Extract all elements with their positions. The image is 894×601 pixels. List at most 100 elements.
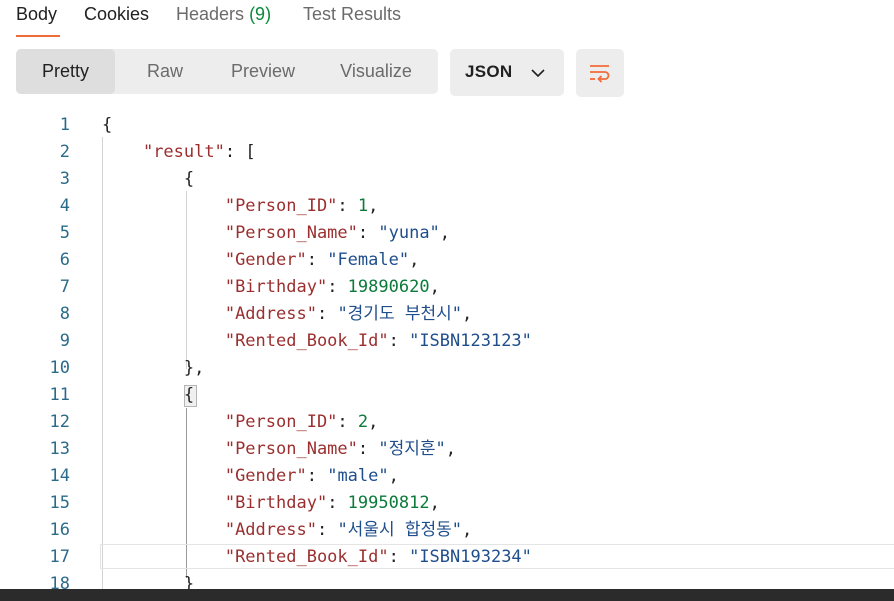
- code-text: "Person_Name": "정지훈",: [102, 436, 456, 463]
- tab-test-results[interactable]: Test Results: [303, 3, 401, 25]
- json-punct: [102, 547, 225, 567]
- line-number: 18: [49, 574, 70, 589]
- view-mode-raw[interactable]: Raw: [123, 49, 207, 94]
- bottom-bar: [0, 589, 894, 601]
- line-number: 8: [59, 304, 70, 324]
- code-text: {: [102, 166, 194, 193]
- json-punct: :: [357, 439, 379, 459]
- code-text: }: [102, 571, 194, 589]
- json-punct: [102, 142, 143, 162]
- view-mode-selector: Pretty Raw Preview Visualize: [16, 49, 438, 94]
- json-punct: ,: [368, 196, 379, 216]
- json-punct: [102, 304, 225, 324]
- line-number: 6: [59, 250, 70, 270]
- code-text: "Gender": "Female",: [102, 247, 420, 274]
- json-string: "정지훈": [378, 439, 446, 459]
- json-punct: ,: [388, 466, 399, 486]
- line-number: 9: [59, 331, 70, 351]
- json-string: "경기도 부천시": [337, 304, 462, 324]
- line-number: 16: [49, 520, 70, 540]
- json-punct: ,: [429, 493, 440, 513]
- json-punct: [102, 277, 225, 297]
- json-punct: :: [357, 223, 379, 243]
- json-key: "Person_ID": [224, 196, 338, 216]
- json-key: "Gender": [224, 466, 307, 486]
- json-punct: ,: [429, 277, 440, 297]
- line-number: 4: [59, 196, 70, 216]
- code-line: 9 "Rented_Book_Id": "ISBN123123": [0, 328, 894, 355]
- json-string: "male": [327, 466, 389, 486]
- view-mode-preview[interactable]: Preview: [208, 49, 318, 94]
- code-text: "Gender": "male",: [102, 463, 399, 490]
- code-line: 2 "result": [: [0, 139, 894, 166]
- json-punct: }: [102, 574, 195, 589]
- json-punct: :: [337, 412, 358, 432]
- json-number: 1: [357, 196, 369, 216]
- code-line: 6 "Gender": "Female",: [0, 247, 894, 274]
- json-punct: :: [327, 277, 348, 297]
- code-text: "Birthday": 19890620,: [102, 274, 440, 301]
- tab-headers-label: Headers: [176, 4, 245, 24]
- json-punct: {: [102, 115, 113, 135]
- json-string: "yuna": [378, 223, 440, 243]
- line-number: 7: [59, 277, 70, 297]
- line-number: 3: [59, 169, 70, 189]
- json-key: "Person_Name": [224, 439, 358, 459]
- wrap-lines-icon: [590, 65, 610, 83]
- json-punct: [102, 412, 225, 432]
- line-number: 11: [49, 385, 70, 405]
- view-mode-visualize[interactable]: Visualize: [322, 49, 430, 94]
- code-text: "Address": "경기도 부천시",: [102, 301, 472, 328]
- code-text: "Birthday": 19950812,: [102, 490, 440, 517]
- code-line: 17 "Rented_Book_Id": "ISBN193234": [0, 544, 894, 571]
- response-body-viewer[interactable]: 1{2 "result": [3 {4 "Person_ID": 1, 5 "Pe…: [0, 112, 894, 589]
- tab-body[interactable]: Body: [16, 3, 57, 25]
- line-number: 5: [59, 223, 70, 243]
- json-punct: :: [316, 520, 338, 540]
- code-line: 4 "Person_ID": 1,: [0, 193, 894, 220]
- code-text: "Person_ID": 2,: [102, 409, 379, 436]
- line-number: 2: [59, 142, 70, 162]
- json-key: "Person_ID": [224, 412, 338, 432]
- json-string: "Female": [327, 250, 410, 270]
- json-punct: {: [102, 385, 195, 405]
- json-key: "Rented_Book_Id": [224, 547, 389, 567]
- json-punct: [102, 331, 225, 351]
- view-mode-pretty[interactable]: Pretty: [16, 49, 115, 94]
- code-line: 18 }: [0, 571, 894, 589]
- json-string: "서울시 합정동": [337, 520, 462, 540]
- json-key: "Rented_Book_Id": [224, 331, 389, 351]
- line-number: 10: [49, 358, 70, 378]
- json-number: 19950812: [347, 493, 430, 513]
- code-line: 16 "Address": "서울시 합정동",: [0, 517, 894, 544]
- json-punct: [102, 493, 225, 513]
- json-punct: :: [327, 493, 348, 513]
- json-punct: ,: [439, 223, 451, 243]
- json-punct: :: [388, 547, 410, 567]
- line-number: 12: [49, 412, 70, 432]
- line-number: 15: [49, 493, 70, 513]
- json-punct: [102, 466, 225, 486]
- code-text: "Person_ID": 1,: [102, 193, 379, 220]
- code-line: 1{: [0, 112, 894, 139]
- json-key: "Address": [224, 304, 317, 324]
- json-punct: :: [306, 250, 328, 270]
- json-punct: },: [102, 358, 205, 378]
- json-punct: ,: [445, 439, 457, 459]
- code-line: 10 },: [0, 355, 894, 382]
- json-number: 19890620: [347, 277, 430, 297]
- json-punct: ,: [409, 250, 420, 270]
- json-key: "Birthday": [224, 493, 328, 513]
- code-text: "Person_Name": "yuna",: [102, 220, 450, 247]
- tab-headers[interactable]: Headers (9): [176, 3, 271, 25]
- json-punct: :: [388, 331, 410, 351]
- json-punct: [102, 250, 225, 270]
- tab-cookies[interactable]: Cookies: [84, 3, 149, 25]
- code-line: 15 "Birthday": 19950812,: [0, 490, 894, 517]
- wrap-lines-button[interactable]: [576, 49, 624, 97]
- code-line: 12 "Person_ID": 2,: [0, 409, 894, 436]
- json-punct: [102, 439, 225, 459]
- format-dropdown[interactable]: JSON: [450, 49, 564, 96]
- json-number: 2: [357, 412, 369, 432]
- headers-count-badge: (9): [249, 4, 272, 24]
